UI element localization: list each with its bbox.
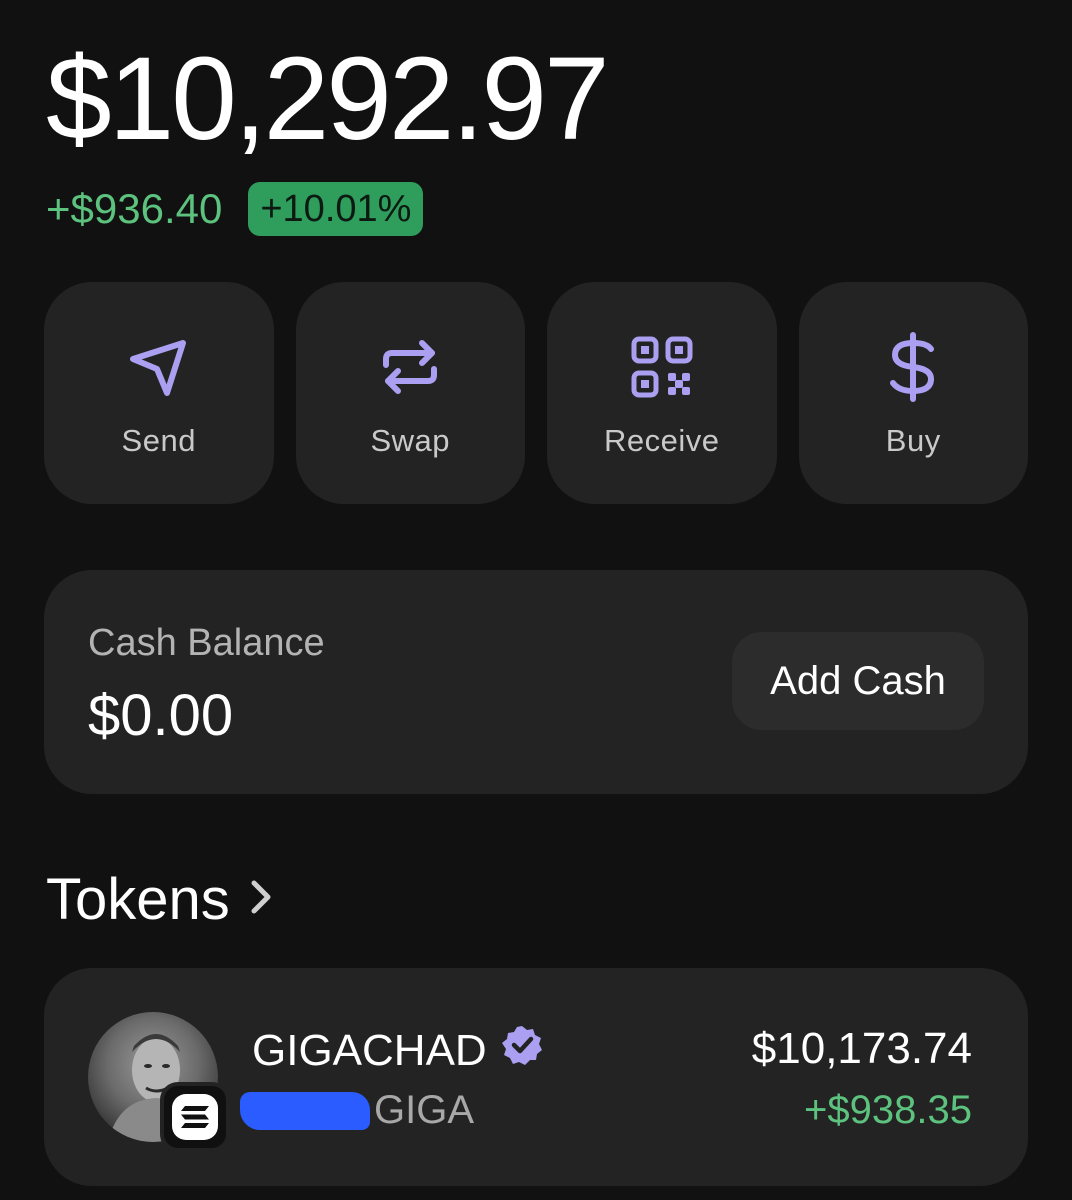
cash-balance-label: Cash Balance	[88, 622, 325, 664]
buy-label: Buy	[885, 423, 941, 458]
portfolio-change-row: +$936.40 +10.01%	[46, 182, 424, 236]
swap-label: Swap	[370, 423, 451, 458]
send-button[interactable]: Send	[44, 282, 274, 504]
receive-button[interactable]: Receive	[547, 282, 777, 504]
chevron-right-icon	[248, 877, 274, 922]
dollar-icon	[877, 331, 949, 403]
cash-balance-value: $0.00	[88, 683, 234, 748]
token-name-row: GIGACHAD	[252, 1024, 543, 1077]
redaction-mark	[240, 1091, 370, 1130]
token-subtitle: GIGA	[240, 1088, 474, 1133]
cash-balance-card: Cash Balance $0.00 Add Cash	[44, 570, 1028, 794]
portfolio-change-amount: +$936.40	[46, 185, 223, 232]
token-change: +$938.35	[804, 1088, 972, 1132]
tokens-title: Tokens	[46, 867, 230, 932]
solana-icon	[172, 1094, 218, 1140]
action-buttons: Send Swap Receive Buy	[44, 282, 1028, 504]
send-icon	[123, 331, 195, 403]
token-value: $10,173.74	[751, 1024, 972, 1073]
send-label: Send	[121, 423, 196, 458]
verified-badge-icon	[501, 1024, 543, 1077]
portfolio-balance: $10,292.97	[46, 33, 610, 165]
token-row[interactable]: GIGACHAD GIGA $10,173.74 +$938.35	[44, 968, 1028, 1186]
receive-label: Receive	[604, 423, 720, 458]
buy-button[interactable]: Buy	[798, 282, 1028, 504]
qr-code-icon	[626, 331, 698, 403]
token-symbol: GIGA	[374, 1088, 475, 1132]
swap-button[interactable]: Swap	[295, 282, 525, 504]
portfolio-change-percent-badge: +10.01%	[248, 182, 424, 236]
solana-chain-badge	[160, 1082, 230, 1152]
add-cash-button[interactable]: Add Cash	[732, 632, 984, 730]
token-name: GIGACHAD	[252, 1025, 487, 1075]
tokens-section-header[interactable]: Tokens	[46, 866, 274, 933]
swap-icon	[374, 331, 446, 403]
